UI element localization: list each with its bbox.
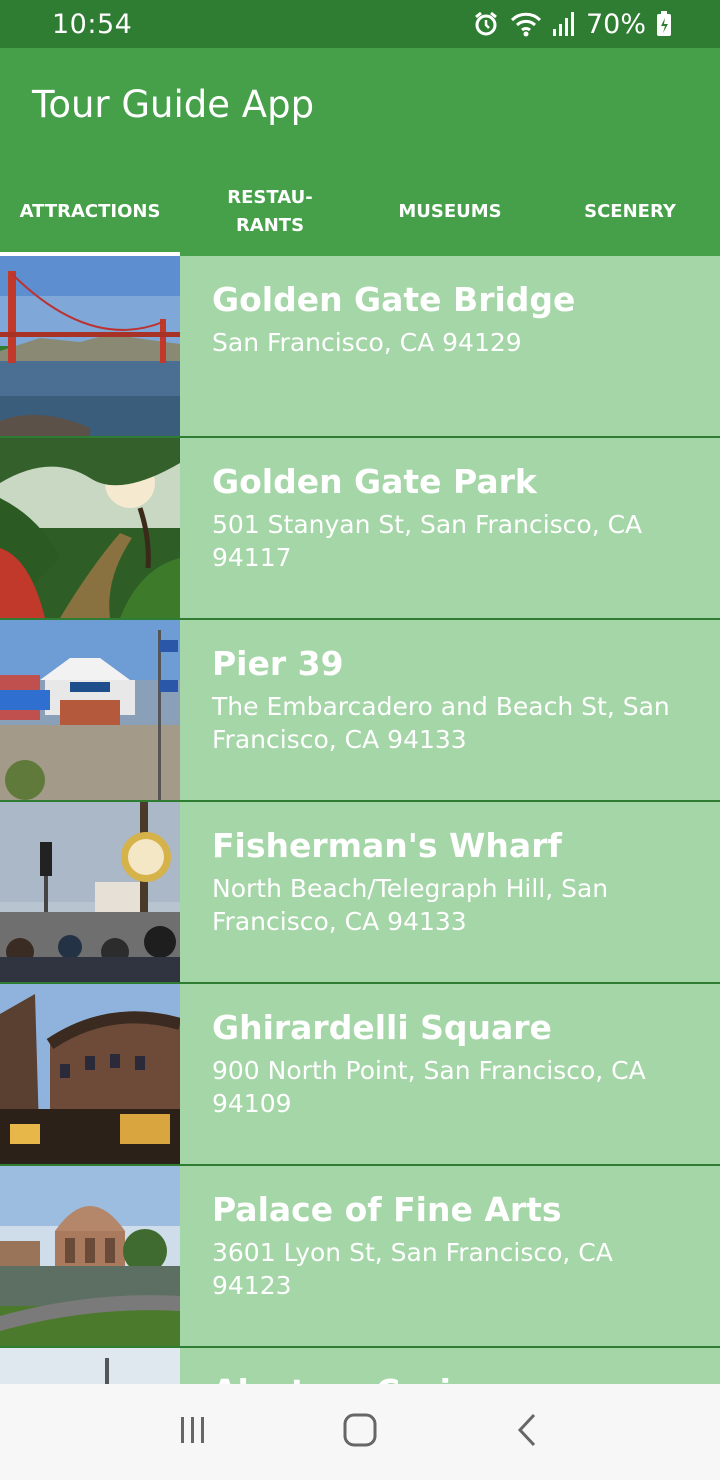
back-icon: [516, 1413, 538, 1452]
list-item[interactable]: Alcatraz Cruises: [0, 1348, 720, 1384]
status-icons: 70%: [472, 9, 672, 40]
status-time: 10:54: [52, 8, 133, 40]
palace-of-fine-arts-photo: [0, 1166, 180, 1346]
item-title: Golden Gate Park: [212, 462, 537, 501]
item-info: Pier 39 The Embarcadero and Beach St, Sa…: [180, 620, 720, 800]
tab-label: SCENERY: [584, 201, 676, 222]
golden-gate-park-photo: [0, 438, 180, 618]
list-item[interactable]: Golden Gate Bridge San Francisco, CA 941…: [0, 256, 720, 436]
home-icon: [343, 1413, 377, 1452]
item-address: The Embarcadero and Beach St, San Franci…: [212, 692, 670, 754]
fishermans-wharf-photo: [0, 802, 180, 982]
item-title: Ghirardelli Square: [212, 1008, 552, 1047]
signal-icon: [552, 11, 576, 37]
item-address: 501 Stanyan St, San Francisco, CA 94117: [212, 510, 643, 572]
list-item[interactable]: Fisherman's Wharf North Beach/Telegraph …: [0, 802, 720, 982]
item-address: San Francisco, CA 94129: [212, 328, 522, 357]
battery-percent: 70%: [585, 8, 646, 40]
item-info: Golden Gate Bridge San Francisco, CA 941…: [180, 256, 720, 436]
list-item[interactable]: Palace of Fine Arts 3601 Lyon St, San Fr…: [0, 1166, 720, 1346]
tab-attractions[interactable]: ATTRACTIONS: [0, 168, 180, 256]
status-bar: 10:54 70%: [0, 0, 720, 48]
home-button[interactable]: [330, 1402, 390, 1462]
item-title: Pier 39: [212, 644, 344, 683]
tab-scenery[interactable]: SCENERY: [540, 168, 720, 256]
tab-bar: ATTRACTIONS RESTAU- RANTS MUSEUMS SCENER…: [0, 168, 720, 256]
list-item[interactable]: Ghirardelli Square 900 North Point, San …: [0, 984, 720, 1164]
pier-39-photo: [0, 620, 180, 800]
list-item[interactable]: Golden Gate Park 501 Stanyan St, San Fra…: [0, 438, 720, 618]
battery-icon: [656, 11, 672, 37]
item-address: 900 North Point, San Francisco, CA 94109: [212, 1056, 646, 1118]
recent-apps-icon: [178, 1415, 208, 1450]
system-nav-bar: [0, 1384, 720, 1480]
item-info: Alcatraz Cruises: [180, 1348, 720, 1384]
item-title: Alcatraz Cruises: [212, 1370, 700, 1384]
golden-gate-bridge-photo: [0, 256, 180, 436]
recent-apps-button[interactable]: [163, 1402, 223, 1462]
wifi-icon: [510, 10, 542, 38]
tab-label: RESTAU- RANTS: [227, 187, 313, 236]
app-bar: Tour Guide App ATTRACTIONS RESTAU- RANTS…: [0, 48, 720, 256]
tab-museums[interactable]: MUSEUMS: [360, 168, 540, 256]
item-address: 3601 Lyon St, San Francisco, CA 94123: [212, 1238, 613, 1300]
item-info: Fisherman's Wharf North Beach/Telegraph …: [180, 802, 720, 982]
list-item[interactable]: Pier 39 The Embarcadero and Beach St, Sa…: [0, 620, 720, 800]
alarm-icon: [472, 10, 500, 38]
tab-restaurants[interactable]: RESTAU- RANTS: [180, 168, 360, 256]
item-address: North Beach/Telegraph Hill, San Francisc…: [212, 874, 609, 936]
ghirardelli-square-photo: [0, 984, 180, 1164]
tab-label: MUSEUMS: [398, 201, 502, 222]
tab-label: ATTRACTIONS: [19, 201, 161, 222]
item-title: Fisherman's Wharf: [212, 826, 562, 865]
item-info: Golden Gate Park 501 Stanyan St, San Fra…: [180, 438, 720, 618]
alcatraz-photo: [0, 1348, 180, 1384]
item-info: Ghirardelli Square 900 North Point, San …: [180, 984, 720, 1164]
item-info: Palace of Fine Arts 3601 Lyon St, San Fr…: [180, 1166, 720, 1346]
back-button[interactable]: [497, 1402, 557, 1462]
attractions-list[interactable]: Golden Gate Bridge San Francisco, CA 941…: [0, 256, 720, 1384]
app-title: Tour Guide App: [32, 83, 315, 126]
item-title: Golden Gate Bridge: [212, 280, 576, 319]
item-title: Palace of Fine Arts: [212, 1190, 562, 1229]
